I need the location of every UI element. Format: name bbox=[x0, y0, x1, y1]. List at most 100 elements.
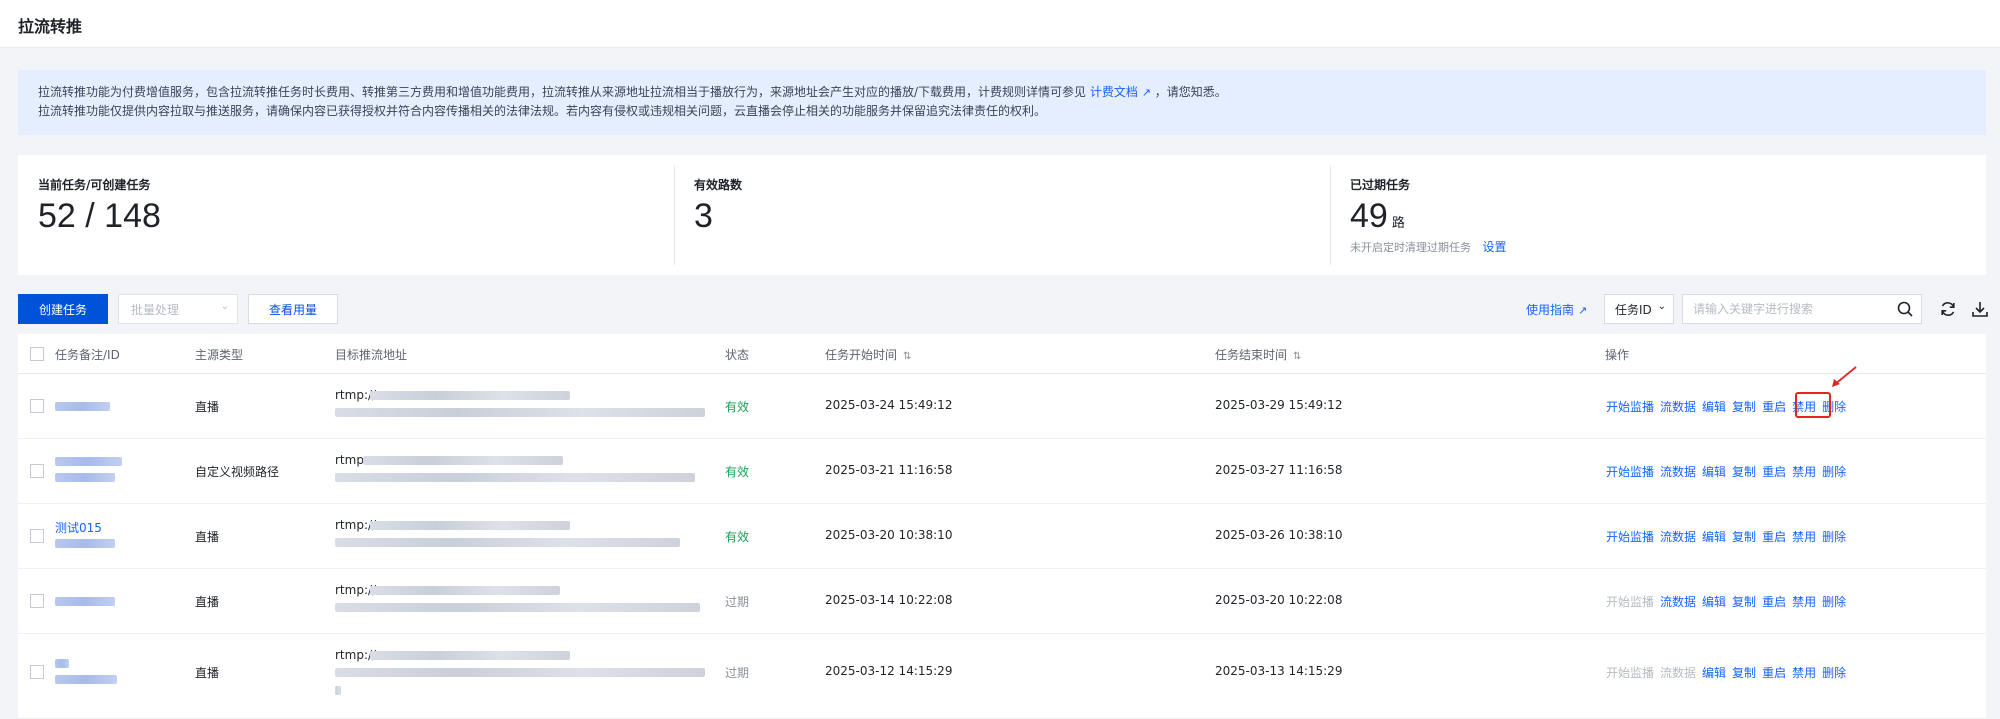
annotation-arrow-icon bbox=[1832, 366, 1857, 387]
target-url-redacted bbox=[335, 408, 705, 417]
start-monitor-button[interactable]: 开始监播 bbox=[1606, 400, 1654, 414]
edit-button[interactable]: 编辑 bbox=[1702, 465, 1726, 479]
start-time: 2025-03-24 15:49:12 bbox=[825, 398, 953, 412]
task-name-link[interactable]: 测试015 bbox=[55, 519, 102, 536]
stat-label: 当前任务/可创建任务 bbox=[38, 178, 151, 192]
end-time: 2025-03-13 14:15:29 bbox=[1215, 664, 1343, 678]
col-status: 状态 bbox=[725, 348, 750, 362]
edit-button[interactable]: 编辑 bbox=[1702, 666, 1726, 680]
restart-button[interactable]: 重启 bbox=[1762, 465, 1786, 479]
source-type: 直播 bbox=[195, 595, 220, 609]
search-key-label: 任务ID bbox=[1615, 303, 1652, 317]
target-url-redacted bbox=[335, 538, 680, 547]
disable-button[interactable]: 禁用 bbox=[1792, 666, 1816, 680]
page-title: 拉流转推 bbox=[18, 17, 83, 36]
edit-button[interactable]: 编辑 bbox=[1702, 595, 1726, 609]
stat-sub: 未开启定时清理过期任务 设置 bbox=[1350, 238, 1986, 255]
annotation-highlight-box bbox=[1795, 392, 1831, 418]
refresh-icon[interactable] bbox=[1939, 300, 1957, 318]
restart-button[interactable]: 重启 bbox=[1762, 530, 1786, 544]
create-task-button[interactable]: 创建任务 bbox=[18, 294, 108, 324]
copy-button[interactable]: 复制 bbox=[1732, 530, 1756, 544]
row-checkbox[interactable] bbox=[30, 529, 44, 543]
notice-line-1: 拉流转推功能为付费增值服务，包含拉流转推任务时长费用、转推第三方费用和增值功能费… bbox=[38, 83, 1966, 102]
col-name: 任务备注/ID bbox=[55, 348, 120, 362]
target-url-redacted bbox=[363, 456, 563, 465]
download-icon[interactable] bbox=[1971, 300, 1989, 318]
target-url-redacted bbox=[370, 391, 570, 400]
start-monitor-button[interactable]: 开始监播 bbox=[1606, 465, 1654, 479]
top-bar: 拉流转推 bbox=[0, 0, 2000, 48]
chevron-down-icon: ⌄ bbox=[220, 301, 229, 312]
col-end-label: 任务结束时间 bbox=[1215, 348, 1288, 362]
stat-label: 已过期任务 bbox=[1350, 178, 1411, 192]
external-link-icon: ↗ bbox=[1141, 86, 1151, 99]
notice-banner: 拉流转推功能为付费增值服务，包含拉流转推任务时长费用、转推第三方费用和增值功能费… bbox=[18, 70, 1986, 135]
delete-button[interactable]: 删除 bbox=[1822, 666, 1846, 680]
search-icon[interactable] bbox=[1896, 300, 1914, 318]
stat-current-tasks: 当前任务/可创建任务 52 / 148 bbox=[18, 155, 674, 275]
restart-button[interactable]: 重启 bbox=[1762, 666, 1786, 680]
view-usage-button[interactable]: 查看用量 bbox=[248, 294, 338, 324]
target-url-redacted bbox=[370, 586, 560, 595]
start-monitor-button[interactable]: 开始监播 bbox=[1606, 530, 1654, 544]
col-end[interactable]: 任务结束时间 ⇅ bbox=[1215, 346, 1301, 363]
stat-number: 49 bbox=[1350, 197, 1388, 235]
copy-button[interactable]: 复制 bbox=[1732, 666, 1756, 680]
restart-button[interactable]: 重启 bbox=[1762, 595, 1786, 609]
stream-data-button[interactable]: 流数据 bbox=[1660, 465, 1696, 479]
edit-button[interactable]: 编辑 bbox=[1702, 530, 1726, 544]
task-name-redacted[interactable] bbox=[55, 659, 69, 668]
task-name-redacted[interactable] bbox=[55, 457, 122, 466]
row-actions: 开始监播 流数据 编辑 复制 重启 禁用 删除 bbox=[1606, 664, 1852, 681]
stat-sub-text: 未开启定时清理过期任务 bbox=[1350, 241, 1471, 254]
task-name-redacted[interactable] bbox=[55, 402, 110, 411]
stat-label: 有效路数 bbox=[694, 178, 743, 192]
search-input[interactable] bbox=[1682, 294, 1922, 324]
select-all-checkbox[interactable] bbox=[30, 347, 44, 361]
status-badge: 有效 bbox=[725, 530, 750, 544]
stream-data-button[interactable]: 流数据 bbox=[1660, 400, 1696, 414]
edit-button[interactable]: 编辑 bbox=[1702, 400, 1726, 414]
delete-button[interactable]: 删除 bbox=[1822, 465, 1846, 479]
row-checkbox[interactable] bbox=[30, 594, 44, 608]
task-name-redacted[interactable] bbox=[55, 597, 115, 606]
settings-link[interactable]: 设置 bbox=[1483, 240, 1507, 254]
row-checkbox[interactable] bbox=[30, 464, 44, 478]
notice-line-2: 拉流转推功能仅提供内容拉取与推送服务，请确保内容已获得授权并符合内容传播相关的法… bbox=[38, 104, 1047, 118]
copy-button[interactable]: 复制 bbox=[1732, 465, 1756, 479]
billing-doc-link[interactable]: 计费文档 bbox=[1090, 85, 1138, 99]
external-link-icon: ↗ bbox=[1578, 304, 1588, 317]
source-type: 自定义视频路径 bbox=[195, 465, 280, 479]
sort-icon: ⇅ bbox=[1293, 351, 1302, 362]
restart-button[interactable]: 重启 bbox=[1762, 400, 1786, 414]
stats-panel: 当前任务/可创建任务 52 / 148 有效路数 3 已过期任务 49 路 未开启… bbox=[18, 155, 1986, 275]
target-url-redacted bbox=[335, 603, 700, 612]
search-key-select[interactable]: 任务ID ⌄ bbox=[1604, 294, 1674, 324]
disable-button[interactable]: 禁用 bbox=[1792, 530, 1816, 544]
task-id-redacted bbox=[55, 539, 115, 548]
table-row: 自定义视频路径 rtmp: 有效 2025-03-21 11:16:58 202… bbox=[18, 439, 1986, 504]
table-header: 任务备注/ID 主源类型 目标推流地址 状态 任务开始时间 ⇅ 任务结束时间 ⇅ 操… bbox=[18, 334, 1986, 374]
disable-button[interactable]: 禁用 bbox=[1792, 465, 1816, 479]
disable-button[interactable]: 禁用 bbox=[1792, 595, 1816, 609]
delete-button[interactable]: 删除 bbox=[1822, 595, 1846, 609]
batch-select[interactable]: 批量处理 ⌄ bbox=[118, 294, 238, 324]
stream-data-button[interactable]: 流数据 bbox=[1660, 595, 1696, 609]
col-start[interactable]: 任务开始时间 ⇅ bbox=[825, 346, 911, 363]
stream-data-button[interactable]: 流数据 bbox=[1660, 530, 1696, 544]
target-url-redacted bbox=[335, 668, 705, 677]
start-time: 2025-03-14 10:22:08 bbox=[825, 593, 953, 607]
copy-button[interactable]: 复制 bbox=[1732, 595, 1756, 609]
stream-data-button: 流数据 bbox=[1660, 666, 1697, 680]
row-actions: 开始监播 流数据 编辑 复制 重启 禁用 删除 bbox=[1606, 528, 1852, 545]
target-url-redacted bbox=[370, 651, 570, 660]
status-badge: 有效 bbox=[725, 465, 750, 479]
stat-expired-tasks: 已过期任务 49 路 未开启定时清理过期任务 设置 bbox=[1330, 155, 1986, 275]
row-checkbox[interactable] bbox=[30, 399, 44, 413]
copy-button[interactable]: 复制 bbox=[1732, 400, 1756, 414]
chevron-down-icon: ⌄ bbox=[1657, 301, 1666, 312]
usage-guide-link[interactable]: 使用指南 ↗ bbox=[1526, 301, 1587, 318]
delete-button[interactable]: 删除 bbox=[1822, 530, 1846, 544]
row-checkbox[interactable] bbox=[30, 665, 44, 679]
